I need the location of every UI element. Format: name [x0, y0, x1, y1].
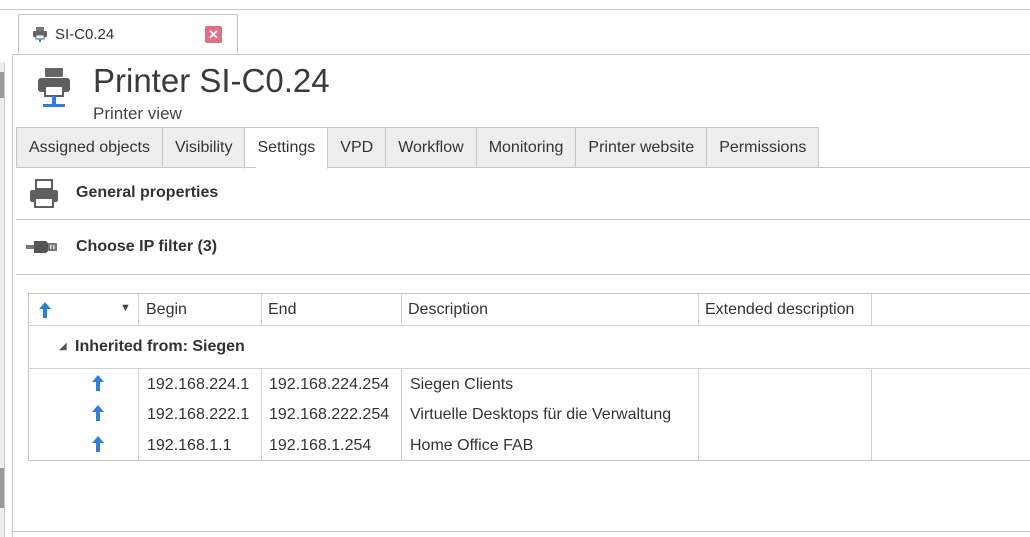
- cell-description[interactable]: Virtuelle Desktops für die Verwaltung: [410, 406, 671, 424]
- splitter-handle: [0, 72, 4, 98]
- cell-begin[interactable]: 192.168.1.1: [147, 437, 232, 455]
- sort-column-header[interactable]: ▼: [29, 294, 139, 326]
- cell-begin[interactable]: 192.168.222.1: [147, 406, 249, 424]
- splitter-handle: [0, 468, 4, 508]
- document-tab-label: SI-C0.24: [55, 26, 115, 43]
- cell-begin[interactable]: 192.168.224.1: [147, 376, 249, 394]
- tab-bar: Assigned objects Visibility Settings VPD…: [16, 127, 820, 169]
- group-label: Inherited from: Siegen: [75, 338, 245, 355]
- arrow-up-icon: [92, 405, 104, 421]
- tab-workflow[interactable]: Workflow: [385, 127, 477, 168]
- tab-permissions[interactable]: Permissions: [706, 127, 820, 168]
- arrow-up-icon: [92, 375, 104, 391]
- column-header-filler: [872, 294, 1030, 326]
- printer-icon: [30, 179, 58, 208]
- column-header-begin[interactable]: Begin: [139, 294, 262, 326]
- cell-description[interactable]: Siegen Clients: [410, 376, 513, 394]
- arrow-up-icon: [92, 436, 104, 452]
- divider: [16, 219, 1030, 220]
- column-header-extended-description[interactable]: Extended description: [699, 294, 872, 326]
- column-divider: [871, 369, 872, 461]
- tab-printer-website[interactable]: Printer website: [575, 127, 708, 168]
- section-ip-filter[interactable]: Choose IP filter (3): [76, 238, 217, 256]
- column-divider: [261, 369, 262, 461]
- chevron-down-icon[interactable]: ▼: [120, 302, 131, 314]
- column-divider: [138, 369, 139, 461]
- document-tab[interactable]: SI-C0.24 ✕: [18, 14, 238, 54]
- column-header-end[interactable]: End: [262, 294, 402, 326]
- column-header-description[interactable]: Description: [402, 294, 699, 326]
- collapse-triangle-icon[interactable]: ◢: [59, 341, 67, 352]
- tab-divider: [341, 167, 1030, 168]
- network-cable-icon: [26, 241, 57, 253]
- cell-description[interactable]: Home Office FAB: [410, 437, 533, 455]
- top-border: [0, 9, 1030, 10]
- page-subtitle: Printer view: [93, 104, 182, 123]
- printer-icon: [38, 68, 70, 107]
- cell-end[interactable]: 192.168.1.254: [269, 437, 371, 455]
- tab-divider: [16, 167, 256, 168]
- column-divider: [698, 369, 699, 461]
- tab-visibility[interactable]: Visibility: [161, 127, 246, 168]
- tab-vpd[interactable]: VPD: [327, 127, 387, 168]
- divider: [16, 274, 1030, 275]
- tab-settings[interactable]: Settings: [244, 127, 329, 169]
- group-row[interactable]: ◢ Inherited from: Siegen: [29, 326, 1030, 369]
- divider: [12, 531, 1030, 532]
- ip-filter-grid: ▼ Begin End Description Extended descrip…: [28, 293, 1030, 461]
- page-title: Printer SI-C0.24: [93, 62, 330, 99]
- printer-icon: [33, 27, 47, 42]
- tab-monitoring[interactable]: Monitoring: [475, 127, 577, 168]
- column-divider: [401, 369, 402, 461]
- arrow-up-icon: [39, 302, 51, 318]
- cell-end[interactable]: 192.168.222.254: [269, 406, 389, 424]
- tab-assigned-objects[interactable]: Assigned objects: [16, 127, 163, 168]
- cell-end[interactable]: 192.168.224.254: [269, 376, 389, 394]
- section-general-properties[interactable]: General properties: [76, 184, 218, 202]
- left-splitter[interactable]: [0, 62, 5, 537]
- close-icon[interactable]: ✕: [205, 26, 222, 43]
